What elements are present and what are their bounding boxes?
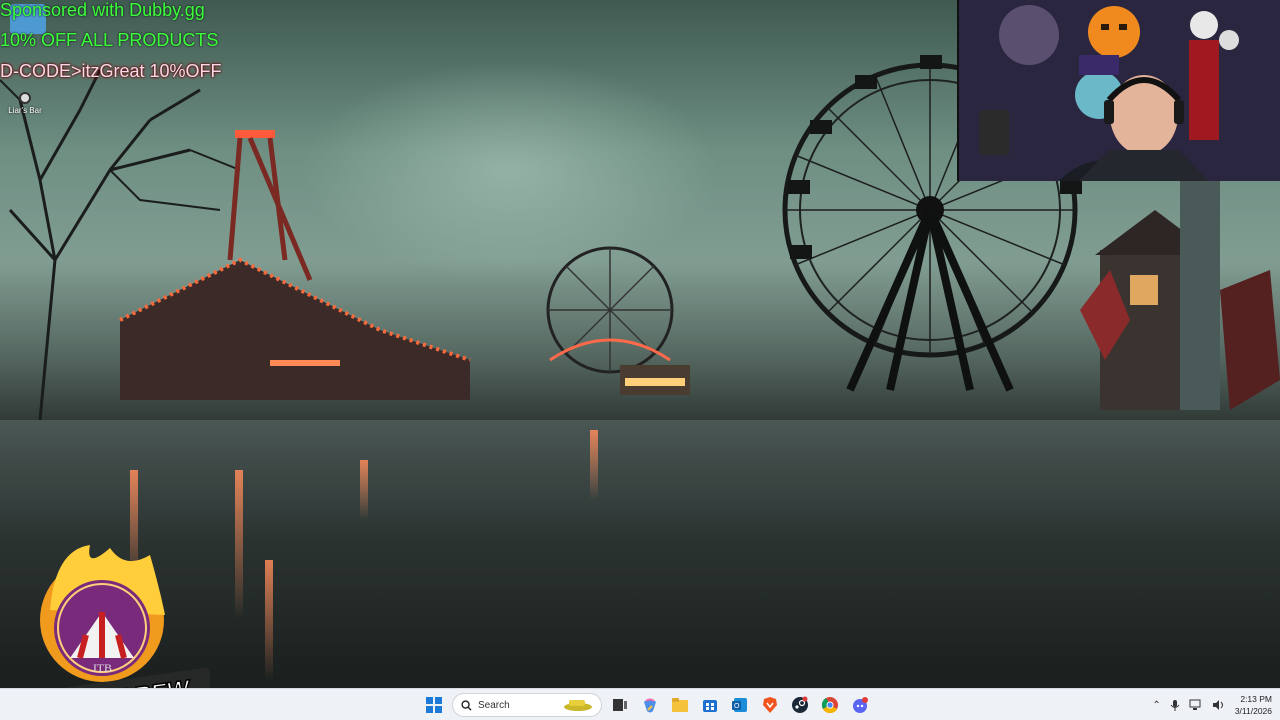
network-icon[interactable] [1189, 699, 1203, 711]
taskbar-pinned-apps: Search O [422, 689, 872, 720]
outlook-icon: O [732, 698, 747, 712]
taskbar-clock[interactable]: 2:13 PM 3/11/2026 [1235, 693, 1272, 717]
discount-text: 10% OFF ALL PRODUCTS [0, 30, 219, 50]
discord-icon [853, 697, 868, 713]
discount-code-text: D-CODE>itzGreat 10%OFF [0, 61, 222, 81]
search-highlight-icon [564, 700, 592, 711]
light-reflection [265, 560, 273, 680]
windows-icon [426, 697, 442, 713]
taskbar: Search O ⌃ 2:13 PM 3/11/2026 [0, 688, 1280, 720]
start-button[interactable] [422, 693, 446, 717]
taskbar-search[interactable]: Search [452, 693, 602, 717]
clock-date: 3/11/2026 [1234, 706, 1272, 716]
microsoft-store-button[interactable] [698, 693, 722, 717]
brave-icon [763, 697, 777, 713]
liars-bar-icon [19, 92, 31, 104]
copilot-button[interactable] [638, 693, 662, 717]
file-explorer-button[interactable] [668, 693, 692, 717]
volume-icon[interactable] [1212, 699, 1226, 711]
folder-icon [672, 698, 688, 712]
chrome-icon [821, 697, 838, 714]
desktop-icon-liars-bar[interactable]: Liar's Bar [1, 92, 49, 115]
task-view-icon [613, 699, 627, 711]
svg-text:O: O [734, 703, 740, 710]
store-icon [703, 700, 717, 712]
webcam-scene [959, 0, 1280, 181]
copilot-icon [644, 698, 656, 713]
steam-icon [792, 696, 808, 713]
circus-tent-ride [119, 130, 471, 400]
discord-button[interactable] [848, 693, 872, 717]
light-reflection [235, 470, 243, 620]
sponsor-text: Sponsored with Dubby.gg [0, 0, 205, 20]
light-reflection [590, 430, 598, 500]
small-ferris-wheel [546, 246, 690, 395]
system-tray: ⌃ 2:13 PM 3/11/2026 [1152, 689, 1272, 720]
chrome-button[interactable] [818, 693, 842, 717]
search-icon [461, 699, 472, 711]
task-view-button[interactable] [608, 693, 632, 717]
webcam-feed [957, 0, 1280, 181]
light-reflection [360, 460, 368, 520]
outlook-button[interactable]: O [728, 693, 752, 717]
microphone-icon[interactable] [1170, 699, 1180, 711]
chevron-up-icon[interactable]: ⌃ [1152, 700, 1160, 711]
desktop-icon-label: Liar's Bar [8, 106, 42, 115]
brave-button[interactable] [758, 693, 782, 717]
clock-time: 2:13 PM [1240, 694, 1272, 704]
search-placeholder: Search [478, 699, 510, 711]
emblem-text: JTB [92, 661, 112, 675]
steam-button[interactable] [788, 693, 812, 717]
carnival-house [1080, 180, 1280, 410]
